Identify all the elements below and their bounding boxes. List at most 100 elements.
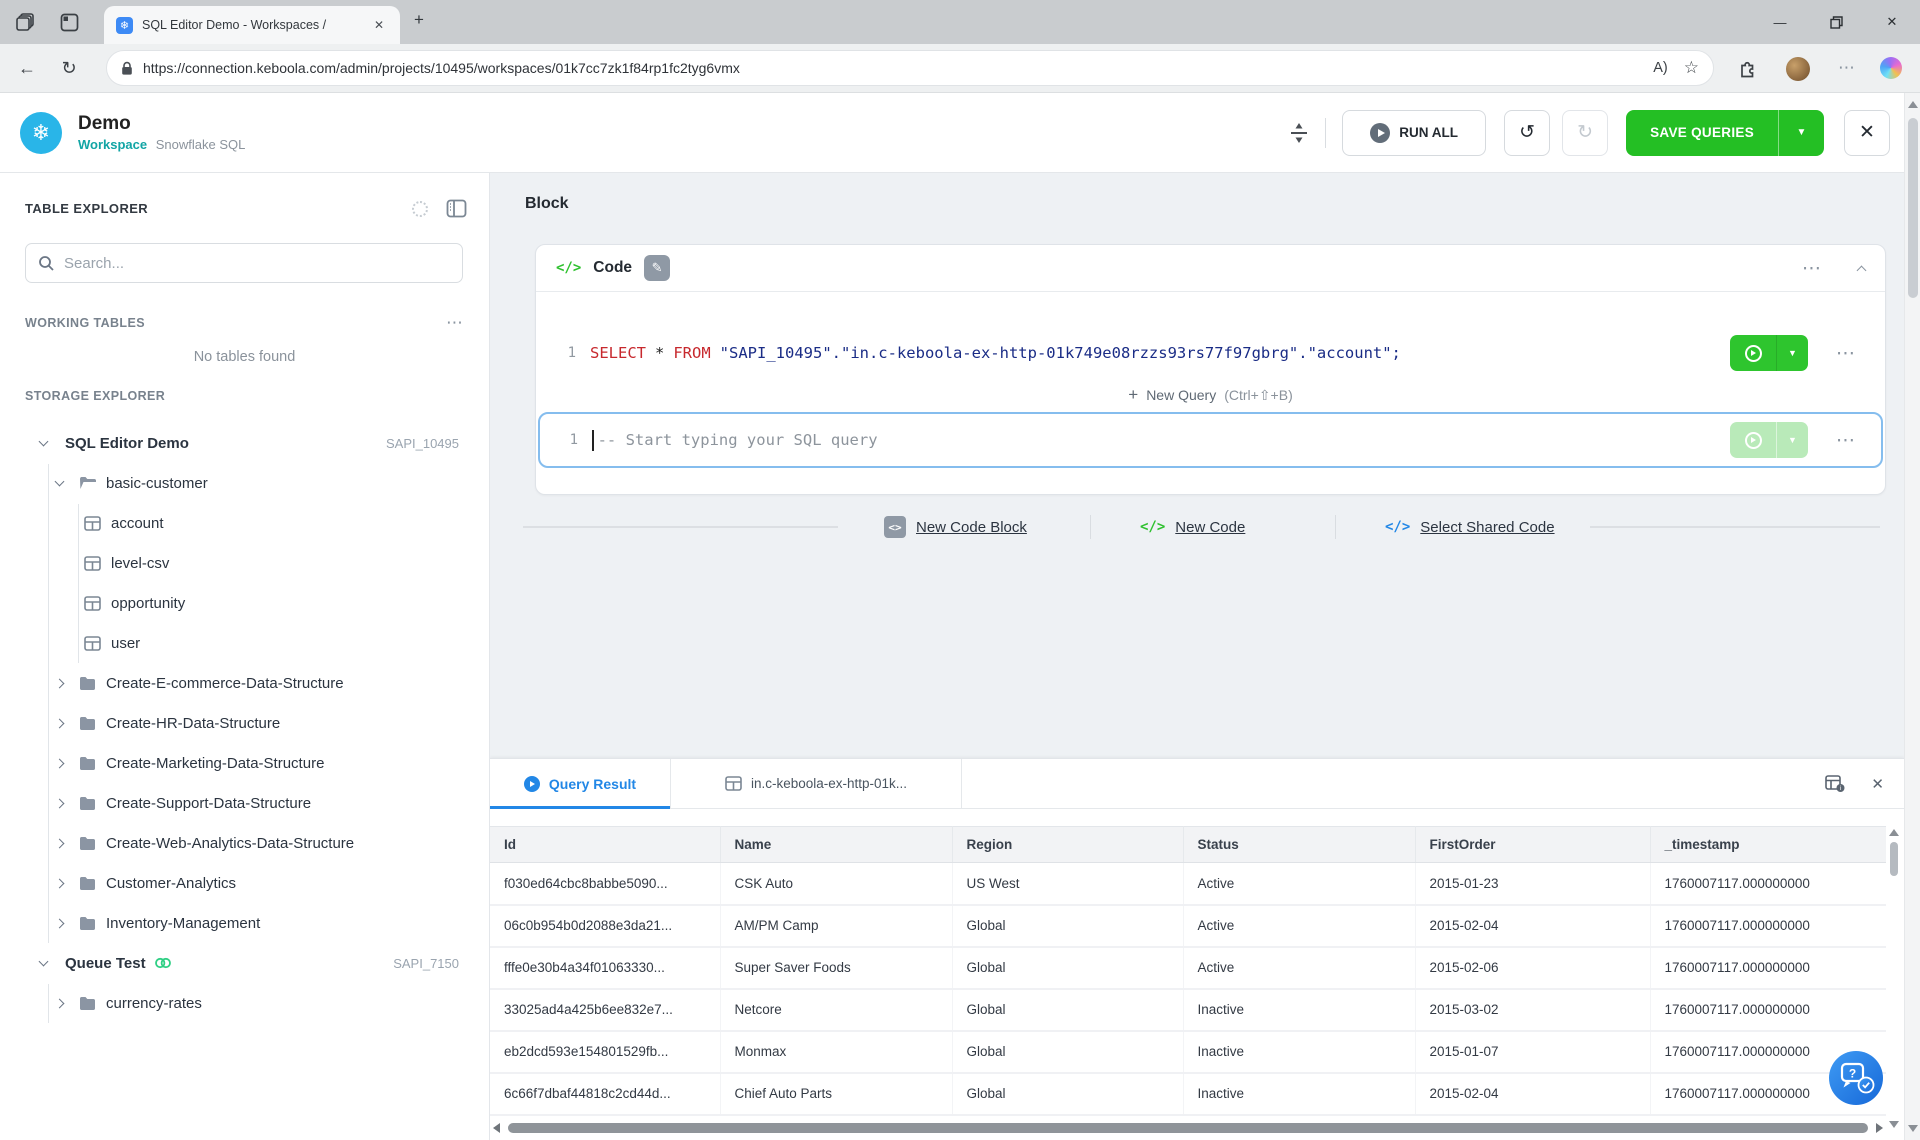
chevron-right-icon[interactable] bbox=[55, 758, 65, 768]
run-query-button[interactable]: ▼ bbox=[1730, 335, 1808, 371]
scrollbar-thumb[interactable] bbox=[1890, 842, 1898, 876]
table-info-icon[interactable]: i bbox=[1825, 775, 1845, 793]
run-dropdown-caret[interactable]: ▼ bbox=[1776, 335, 1808, 371]
tree-item-folder[interactable]: Create-E-commerce-Data-Structure bbox=[0, 663, 489, 703]
chevron-down-icon[interactable] bbox=[55, 476, 65, 486]
scroll-right-arrow[interactable] bbox=[1876, 1123, 1883, 1133]
tree-item-table[interactable]: account bbox=[0, 503, 489, 543]
chevron-right-icon[interactable] bbox=[55, 678, 65, 688]
scroll-left-arrow[interactable] bbox=[493, 1123, 500, 1133]
page-scrollbar[interactable] bbox=[1904, 93, 1920, 1140]
tree-item-folder[interactable]: Create-Marketing-Data-Structure bbox=[0, 743, 489, 783]
query-menu-icon[interactable]: ⋯ bbox=[1836, 429, 1856, 452]
vertical-tabs-icon[interactable] bbox=[56, 9, 82, 35]
tree-item-table[interactable]: level-csv bbox=[0, 543, 489, 583]
table-row[interactable]: 06c0b954b0d2088e3da21...AM/PM CampGlobal… bbox=[490, 905, 1886, 947]
collapse-block-icon[interactable] bbox=[1857, 265, 1867, 275]
window-minimize-button[interactable]: — bbox=[1752, 0, 1808, 44]
window-close-button[interactable]: ✕ bbox=[1864, 0, 1920, 44]
divider bbox=[1090, 515, 1091, 539]
scroll-down-arrow[interactable] bbox=[1889, 1121, 1899, 1128]
edit-code-name-button[interactable]: ✎ bbox=[644, 255, 670, 281]
scrollbar-thumb[interactable] bbox=[1908, 118, 1918, 298]
chevron-right-icon[interactable] bbox=[55, 798, 65, 808]
table-row[interactable]: 33025ad4a425b6ee832e7...NetcoreGlobalIna… bbox=[490, 989, 1886, 1031]
tree-item-bucket[interactable]: SQL Editor Demo SAPI_10495 bbox=[0, 423, 489, 463]
tab-query-result[interactable]: Query Result bbox=[490, 759, 670, 808]
play-icon[interactable] bbox=[1730, 335, 1776, 371]
column-header[interactable]: Region bbox=[952, 827, 1183, 863]
new-query-button[interactable]: + New Query (Ctrl+⇧+B) bbox=[536, 383, 1885, 407]
close-panel-icon[interactable]: ✕ bbox=[1871, 775, 1884, 793]
address-bar[interactable]: https://connection.keboola.com/admin/pro… bbox=[106, 50, 1714, 86]
scrollbar-thumb[interactable] bbox=[508, 1123, 1868, 1133]
search-input[interactable] bbox=[64, 255, 450, 272]
tree-item-folder[interactable]: currency-rates bbox=[0, 983, 489, 1023]
sql-query-text[interactable]: SELECT*FROM"SAPI_10495"."in.c-keboola-ex… bbox=[590, 344, 1401, 362]
new-code-button[interactable]: </> New Code bbox=[1140, 507, 1245, 547]
tab-stack-icon[interactable] bbox=[12, 9, 38, 35]
table-row[interactable]: 6c66f7dbaf44818c2cd44d...Chief Auto Part… bbox=[490, 1073, 1886, 1115]
tree-item-table[interactable]: user bbox=[0, 623, 489, 663]
chevron-down-icon[interactable] bbox=[39, 956, 49, 966]
tree-item-folder[interactable]: Customer-Analytics bbox=[0, 863, 489, 903]
favorites-star-icon[interactable]: ☆ bbox=[1684, 58, 1699, 78]
redo-button[interactable]: ↻ bbox=[1562, 110, 1608, 156]
read-aloud-icon[interactable]: A) bbox=[1653, 60, 1668, 76]
query-editor-line[interactable]: 1 SELECT*FROM"SAPI_10495"."in.c-keboola-… bbox=[538, 329, 1883, 377]
undo-button[interactable]: ↺ bbox=[1504, 110, 1550, 156]
chevron-right-icon[interactable] bbox=[55, 718, 65, 728]
code-block-menu-icon[interactable]: ⋯ bbox=[1802, 257, 1822, 280]
table-row[interactable]: f030ed64cbc8babbe5090...CSK AutoUS WestA… bbox=[490, 863, 1886, 905]
tree-item-table[interactable]: opportunity bbox=[0, 583, 489, 623]
chevron-right-icon[interactable] bbox=[55, 838, 65, 848]
tab-source-table[interactable]: in.c-keboola-ex-http-01k... bbox=[670, 759, 962, 808]
tree-item-folder[interactable]: Create-Support-Data-Structure bbox=[0, 783, 489, 823]
column-header[interactable]: Status bbox=[1183, 827, 1415, 863]
tree-item-folder[interactable]: basic-customer bbox=[0, 463, 489, 503]
column-header[interactable]: Name bbox=[720, 827, 952, 863]
select-shared-code-button[interactable]: </> Select Shared Code bbox=[1385, 507, 1555, 547]
back-button[interactable]: ← bbox=[10, 51, 44, 85]
table-row[interactable]: eb2dcd593e154801529fb...MonmaxGlobalInac… bbox=[490, 1031, 1886, 1073]
split-view-icon[interactable] bbox=[1289, 121, 1309, 145]
table-vertical-scrollbar[interactable] bbox=[1888, 829, 1900, 1129]
close-workspace-button[interactable]: ✕ bbox=[1844, 110, 1890, 156]
tree-item-bucket[interactable]: Queue Test SAPI_7150 bbox=[0, 943, 489, 983]
table-horizontal-scrollbar[interactable] bbox=[490, 1121, 1886, 1135]
run-all-button[interactable]: RUN ALL bbox=[1342, 110, 1486, 156]
scroll-down-arrow[interactable] bbox=[1908, 1125, 1918, 1132]
chevron-right-icon[interactable] bbox=[55, 878, 65, 888]
workspace-type-link[interactable]: Workspace bbox=[78, 137, 147, 152]
column-header[interactable]: Id bbox=[490, 827, 720, 863]
save-queries-button[interactable]: SAVE QUERIES ▼ bbox=[1626, 110, 1824, 156]
chevron-right-icon[interactable] bbox=[55, 998, 65, 1008]
column-header[interactable]: _timestamp bbox=[1650, 827, 1886, 863]
tree-item-folder[interactable]: Inventory-Management bbox=[0, 903, 489, 943]
scroll-up-arrow[interactable] bbox=[1889, 829, 1899, 836]
new-code-block-button[interactable]: <> New Code Block bbox=[884, 507, 1027, 547]
table-row[interactable]: fffe0e30b4a34f01063330...Super Saver Foo… bbox=[490, 947, 1886, 989]
chevron-right-icon[interactable] bbox=[55, 918, 65, 928]
query-menu-icon[interactable]: ⋯ bbox=[1836, 342, 1856, 365]
help-chat-button[interactable]: ? bbox=[1823, 1045, 1889, 1111]
refresh-button[interactable]: ↻ bbox=[52, 51, 86, 85]
working-tables-menu-icon[interactable]: ⋯ bbox=[446, 313, 464, 333]
column-header[interactable]: FirstOrder bbox=[1415, 827, 1650, 863]
extensions-icon[interactable] bbox=[1737, 58, 1758, 79]
chevron-down-icon[interactable] bbox=[39, 436, 49, 446]
save-dropdown-caret[interactable]: ▼ bbox=[1778, 110, 1824, 156]
url-text[interactable]: https://connection.keboola.com/admin/pro… bbox=[143, 60, 1637, 76]
tree-item-folder[interactable]: Create-Web-Analytics-Data-Structure bbox=[0, 823, 489, 863]
browser-menu-icon[interactable]: ⋯ bbox=[1838, 58, 1856, 78]
tab-close-icon[interactable]: ✕ bbox=[370, 16, 388, 34]
new-tab-button[interactable]: + bbox=[414, 10, 424, 30]
window-restore-button[interactable] bbox=[1808, 0, 1864, 44]
collapse-panel-icon[interactable] bbox=[446, 199, 467, 218]
sql-query-input[interactable]: 1 -- Start typing your SQL query bbox=[538, 412, 1883, 468]
browser-tab[interactable]: ❄ SQL Editor Demo - Workspaces / ✕ bbox=[104, 6, 400, 44]
tree-item-folder[interactable]: Create-HR-Data-Structure bbox=[0, 703, 489, 743]
scroll-up-arrow[interactable] bbox=[1908, 101, 1918, 108]
copilot-icon[interactable] bbox=[1880, 57, 1902, 79]
profile-avatar[interactable] bbox=[1786, 57, 1810, 81]
